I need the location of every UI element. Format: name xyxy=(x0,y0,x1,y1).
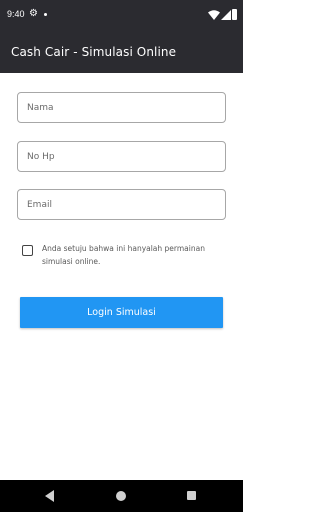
phone-field[interactable] xyxy=(17,141,226,172)
wifi-icon xyxy=(208,10,220,20)
home-icon[interactable] xyxy=(116,491,126,501)
app-bar: Cash Cair - Simulasi Online xyxy=(0,31,243,73)
notification-dot-icon xyxy=(44,13,47,16)
navigation-bar xyxy=(0,480,243,512)
email-input[interactable] xyxy=(18,190,225,219)
status-bar: 9:40 ⚙ xyxy=(0,0,243,31)
back-icon[interactable] xyxy=(45,490,54,502)
login-button[interactable]: Login Simulasi xyxy=(20,297,223,328)
email-field[interactable] xyxy=(17,189,226,220)
signal-icon xyxy=(221,10,231,20)
gear-icon: ⚙ xyxy=(29,8,38,19)
consent-checkbox[interactable] xyxy=(22,245,33,256)
battery-icon xyxy=(232,9,237,20)
status-time: 9:40 xyxy=(7,9,25,19)
phone-input[interactable] xyxy=(18,142,225,171)
recents-icon[interactable] xyxy=(187,491,196,500)
name-field[interactable] xyxy=(17,92,226,123)
consent-text: Anda setuju bahwa ini hanyalah permainan… xyxy=(42,244,205,266)
app-title: Cash Cair - Simulasi Online xyxy=(11,45,177,59)
name-input[interactable] xyxy=(18,93,225,122)
